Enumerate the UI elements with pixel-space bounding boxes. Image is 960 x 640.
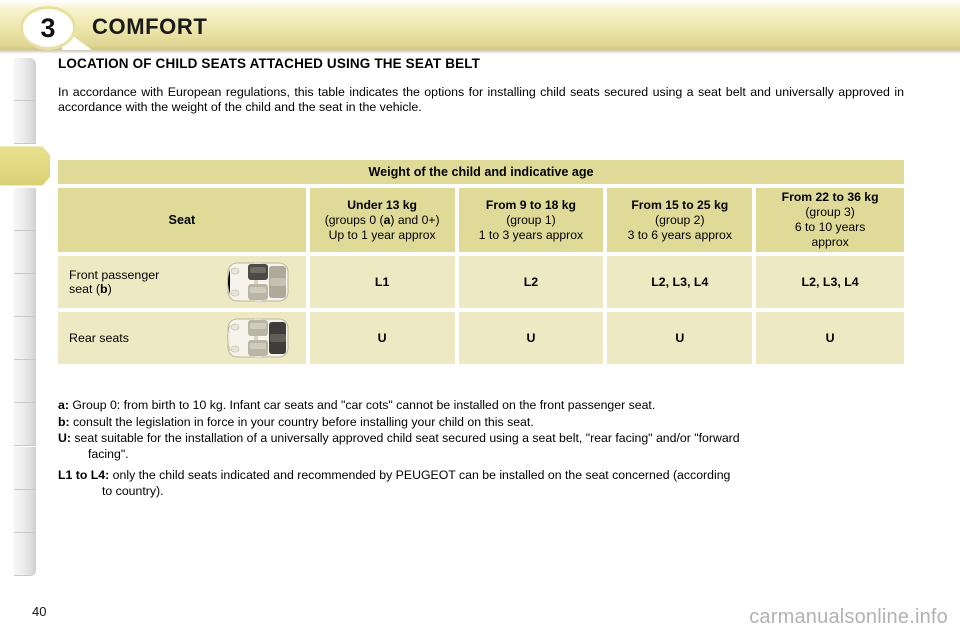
section-heading: LOCATION OF CHILD SEATS ATTACHED USING T… <box>58 56 481 71</box>
row0-value-col3: L2, L3, L4 <box>607 256 753 308</box>
row0-seat-cell: Front passenger seat (b) <box>58 256 306 308</box>
child-seat-table: Weight of the child and indicative age S… <box>58 160 905 368</box>
site-watermark: carmanualsonline.info <box>749 606 948 628</box>
row1-value-col2: U <box>458 312 604 364</box>
row1-value-col3: U <box>607 312 753 364</box>
sidebar-tab-9[interactable] <box>14 446 36 490</box>
car-top-view-rear-seats-icon <box>226 317 289 359</box>
chapter-tab-strip <box>0 58 50 576</box>
sidebar-tab-10[interactable] <box>14 489 36 533</box>
table-row-front-passenger: Front passenger seat (b) L1 L2 L2, L3, L… <box>58 256 905 308</box>
footnote-u: U: seat suitable for the installation of… <box>58 431 740 461</box>
sidebar-tab-11[interactable] <box>14 532 36 576</box>
intro-paragraph: In accordance with European regulations,… <box>58 85 904 114</box>
table-header-seat: Seat <box>58 188 306 252</box>
row1-seat-label: Rear seats <box>69 330 129 345</box>
col1-group: (groups 0 (a) and 0+) <box>324 212 440 227</box>
col3-title: From 15 to 25 kg <box>631 197 729 212</box>
sidebar-tab-6[interactable] <box>14 317 36 361</box>
sidebar-tab-4[interactable] <box>14 230 36 274</box>
page-number: 40 <box>32 604 47 619</box>
col2-title: From 9 to 18 kg <box>485 197 576 212</box>
row1-seat-cell: Rear seats <box>58 312 306 364</box>
row1-value-col4: U <box>756 312 905 364</box>
seat-column-header-label: Seat <box>168 212 196 227</box>
col1-age: Up to 1 year approx <box>328 227 436 242</box>
col4-age-line2: approx <box>811 235 849 249</box>
table-header-row: Seat Under 13 kg (groups 0 (a) and 0+) U… <box>58 188 905 252</box>
row0-seat-label: Front passenger seat (b) <box>69 267 160 297</box>
col4-title: From 22 to 36 kg <box>781 190 879 204</box>
header-banner-shadow <box>0 50 960 54</box>
col2-group: (group 1) <box>506 212 556 227</box>
footnotes-list: a: Group 0: from birth to 10 kg. Infant … <box>58 398 906 500</box>
sidebar-tab-0[interactable] <box>14 58 36 102</box>
col3-group: (group 2) <box>655 212 705 227</box>
chapter-number-text: 3 <box>40 12 56 43</box>
col3-age: 3 to 6 years approx <box>627 227 732 242</box>
row0-value-col2: L2 <box>458 256 604 308</box>
col4-age-line1: 6 to 10 years <box>794 220 866 234</box>
table-header-9-18kg: From 9 to 18 kg (group 1) 1 to 3 years a… <box>458 188 604 252</box>
footnote-l1-l4: L1 to L4: only the child seats indicated… <box>58 468 731 498</box>
content-area: LOCATION OF CHILD SEATS ATTACHED USING T… <box>58 56 906 115</box>
footnote-a: a: Group 0: from birth to 10 kg. Infant … <box>58 398 656 412</box>
row0-value-col4: L2, L3, L4 <box>756 256 905 308</box>
sidebar-tab-7[interactable] <box>14 360 36 404</box>
car-top-view-front-passenger-icon <box>226 261 289 303</box>
weight-banner-cell: Weight of the child and indicative age <box>58 160 904 184</box>
footnote-b: b: consult the legislation in force in y… <box>58 414 534 429</box>
chapter-number-badge: 3 <box>20 6 76 50</box>
table-header-under-13kg: Under 13 kg (groups 0 (a) and 0+) Up to … <box>309 188 455 252</box>
col2-age: 1 to 3 years approx <box>478 227 584 242</box>
sidebar-tab-1[interactable] <box>14 101 36 145</box>
table-banner-row: Weight of the child and indicative age <box>58 160 904 184</box>
row0-value-col1: L1 <box>309 256 455 308</box>
page-title: COMFORT <box>92 14 208 39</box>
sidebar-tab-active[interactable] <box>0 146 50 186</box>
table-row-rear-seats: Rear seats U U U U <box>58 312 905 364</box>
sidebar-tab-8[interactable] <box>14 403 36 447</box>
sidebar-tab-3[interactable] <box>14 187 36 231</box>
row1-value-col1: U <box>309 312 455 364</box>
sidebar-tab-5[interactable] <box>14 273 36 317</box>
table-header-15-25kg: From 15 to 25 kg (group 2) 3 to 6 years … <box>607 188 753 252</box>
table-header-22-36kg: From 22 to 36 kg (group 3) 6 to 10 years… <box>756 188 905 252</box>
col1-title: Under 13 kg <box>347 197 417 212</box>
col4-group: (group 3) <box>805 205 855 219</box>
